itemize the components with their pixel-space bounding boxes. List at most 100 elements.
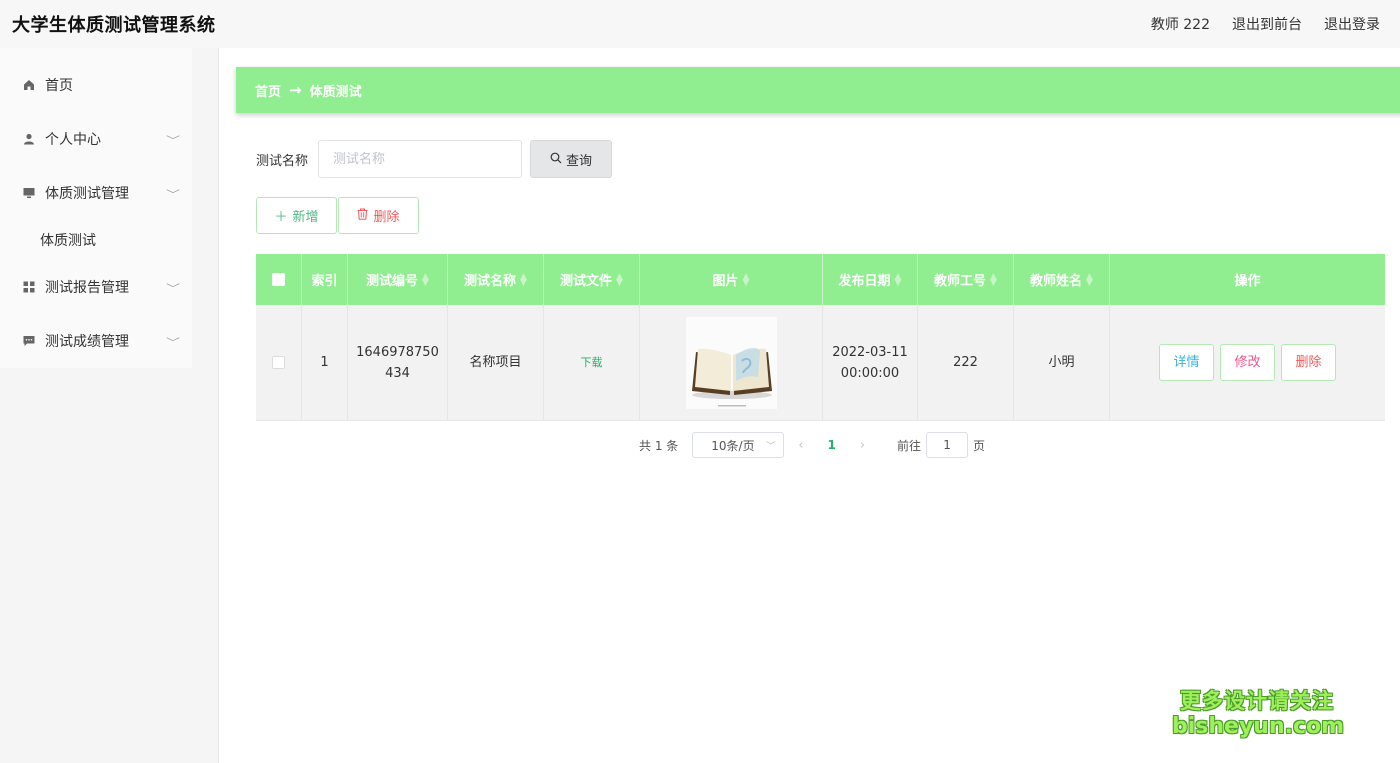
sidebar-item-report-manage[interactable]: 测试报告管理 ﹀	[0, 260, 192, 314]
plus-icon: ＋	[274, 210, 288, 225]
search-icon	[550, 152, 562, 167]
sort-icon[interactable]: ▲ ▼	[616, 272, 623, 287]
column-header-code[interactable]: 测试编号 ▲ ▼	[348, 254, 448, 305]
column-header-label: 测试编号	[366, 274, 419, 289]
chevron-down-icon: ﹀	[166, 135, 180, 147]
page-size-select[interactable]: 10条/页 ﹀	[692, 432, 785, 458]
grid-icon	[22, 280, 36, 294]
column-header-label: 教师姓名	[1030, 274, 1083, 289]
app-title: 大学生体质测试管理系统	[12, 15, 216, 36]
cell-ops: 详情 修改 删除	[1110, 305, 1385, 420]
column-header-date[interactable]: 发布日期 ▲ ▼	[823, 254, 918, 305]
next-page-icon[interactable]: ›	[860, 438, 865, 453]
total-count: 共 1 条	[639, 438, 679, 453]
sort-icon[interactable]: ▲ ▼	[895, 272, 902, 287]
sidebar-subitem-physical-test[interactable]: 体质测试	[0, 220, 192, 260]
table-row: 1 1646978750434 名称项目 下载 2022-03-11 00:00…	[256, 305, 1385, 421]
row-select-cell	[256, 305, 302, 420]
sort-icon[interactable]: ▲ ▼	[422, 272, 429, 287]
main-content: 首页 → 体质测试 测试名称 查询 ＋ 新增 删除 索引 测试编号▲▼	[219, 48, 1400, 763]
sidebar-menu: 首页 个人中心 ﹀ 体质测试管理 ﹀ 体质测试 测试报告管理 ﹀ 测试成绩管理 …	[0, 48, 192, 368]
home-icon	[22, 78, 36, 92]
column-header-image[interactable]: 图片 ▲ ▼	[640, 254, 823, 305]
action-bar: ＋ 新增 删除	[256, 197, 419, 234]
cell-index: 1	[302, 305, 348, 420]
column-header-ops: 操作	[1110, 254, 1385, 305]
sidebar-item-test-manage[interactable]: 体质测试管理 ﹀	[0, 166, 192, 220]
column-header-label: 图片	[712, 274, 739, 289]
goto-suffix: 页	[973, 438, 986, 453]
chevron-down-icon: ﹀	[166, 283, 180, 295]
trash-icon	[357, 208, 368, 224]
detail-button[interactable]: 详情	[1159, 344, 1214, 381]
goto-label: 前往	[897, 438, 922, 453]
watermark: 更多设计请关注 bisheyun.com	[1172, 688, 1345, 740]
query-button[interactable]: 查询	[530, 140, 613, 178]
sidebar-item-profile[interactable]: 个人中心 ﹀	[0, 112, 192, 166]
add-button[interactable]: ＋ 新增	[256, 197, 337, 234]
batch-delete-label: 删除	[373, 210, 400, 225]
sort-icon[interactable]: ▲ ▼	[990, 272, 997, 287]
column-header-label: 测试名称	[464, 274, 517, 289]
chevron-down-icon: ﹀	[166, 189, 180, 201]
cell-image	[640, 305, 823, 420]
table-body: 1 1646978750434 名称项目 下载 2022-03-11 00:00…	[256, 305, 1385, 421]
add-button-label: 新增	[292, 210, 319, 225]
breadcrumb-current: 体质测试	[309, 84, 362, 100]
exit-to-front-link[interactable]: 退出到前台	[1232, 14, 1302, 34]
sort-icon[interactable]: ▲ ▼	[743, 272, 750, 287]
query-button-label: 查询	[566, 153, 593, 169]
column-header-label: 索引	[311, 274, 338, 289]
search-input[interactable]	[318, 140, 523, 178]
breadcrumb: 首页 → 体质测试	[236, 67, 1400, 113]
cell-teacher-name: 小明	[1014, 305, 1110, 420]
current-user: 教师 222	[1150, 17, 1210, 33]
search-bar: 测试名称 查询	[256, 140, 613, 178]
watermark-line1: 更多设计请关注	[1180, 689, 1334, 713]
column-header-teacher-name[interactable]: 教师姓名 ▲ ▼	[1014, 254, 1110, 305]
data-table: 索引 测试编号 ▲ ▼ 测试名称 ▲ ▼ 测试文件 ▲ ▼ 图片 ▲ ▼ 发布日期 ▲ ▼ 教师工号…	[256, 254, 1385, 421]
chevron-down-icon: ﹀	[166, 337, 180, 349]
sidebar-item-label: 首页	[45, 78, 73, 94]
cell-file: 下载	[544, 305, 640, 420]
breadcrumb-home[interactable]: 首页	[255, 81, 281, 100]
sort-icon[interactable]: ▲ ▼	[520, 272, 527, 287]
batch-delete-button[interactable]: 删除	[338, 197, 419, 234]
column-header-teacher-id[interactable]: 教师工号 ▲ ▼	[918, 254, 1014, 305]
column-header-label: 教师工号	[934, 274, 987, 289]
logout-link[interactable]: 退出登录	[1324, 14, 1380, 34]
sidebar-item-score-manage[interactable]: 测试成绩管理 ﹀	[0, 314, 192, 368]
cell-code: 1646978750434	[348, 305, 448, 420]
download-link[interactable]: 下载	[581, 352, 603, 373]
column-header-index: 索引	[302, 254, 348, 305]
arrow-right-icon: →	[289, 81, 302, 99]
goto-page-input[interactable]	[926, 432, 969, 458]
column-header-name[interactable]: 测试名称 ▲ ▼	[448, 254, 544, 305]
cell-teacher-id: 222	[918, 305, 1014, 420]
sidebar-item-home[interactable]: 首页	[0, 58, 192, 112]
edit-button[interactable]: 修改	[1220, 344, 1275, 381]
watermark-line2: bisheyun.com	[1172, 714, 1345, 739]
column-header-label: 测试文件	[560, 274, 613, 289]
prev-page-icon[interactable]: ‹	[798, 438, 803, 453]
user-icon	[22, 132, 36, 146]
top-header: 大学生体质测试管理系统 教师 222 退出到前台 退出登录	[0, 0, 1400, 48]
monitor-icon	[22, 186, 36, 200]
sidebar: 首页 个人中心 ﹀ 体质测试管理 ﹀ 体质测试 测试报告管理 ﹀ 测试成绩管理 …	[0, 48, 219, 763]
sidebar-item-label: 体质测试管理	[45, 186, 129, 202]
sort-icon[interactable]: ▲ ▼	[1086, 272, 1093, 287]
cell-date: 2022-03-11 00:00:00	[823, 305, 918, 420]
column-header-label: 发布日期	[838, 274, 891, 289]
column-header-file[interactable]: 测试文件 ▲ ▼	[544, 254, 640, 305]
column-header-label: 操作	[1234, 274, 1261, 289]
select-all-checkbox[interactable]	[272, 273, 285, 286]
pagination: 共 1 条 10条/页 ﹀ ‹ 1 › 前往 页	[639, 432, 985, 458]
sidebar-item-label: 个人中心	[45, 132, 101, 148]
page-number-current[interactable]: 1	[827, 438, 835, 452]
delete-button[interactable]: 删除	[1281, 344, 1336, 381]
chevron-down-icon: ﹀	[766, 441, 776, 452]
row-checkbox[interactable]	[272, 356, 285, 369]
header-actions: 教师 222 退出到前台 退出登录	[1151, 14, 1380, 34]
book-image[interactable]	[685, 316, 777, 409]
sidebar-item-label: 测试报告管理	[45, 280, 129, 296]
